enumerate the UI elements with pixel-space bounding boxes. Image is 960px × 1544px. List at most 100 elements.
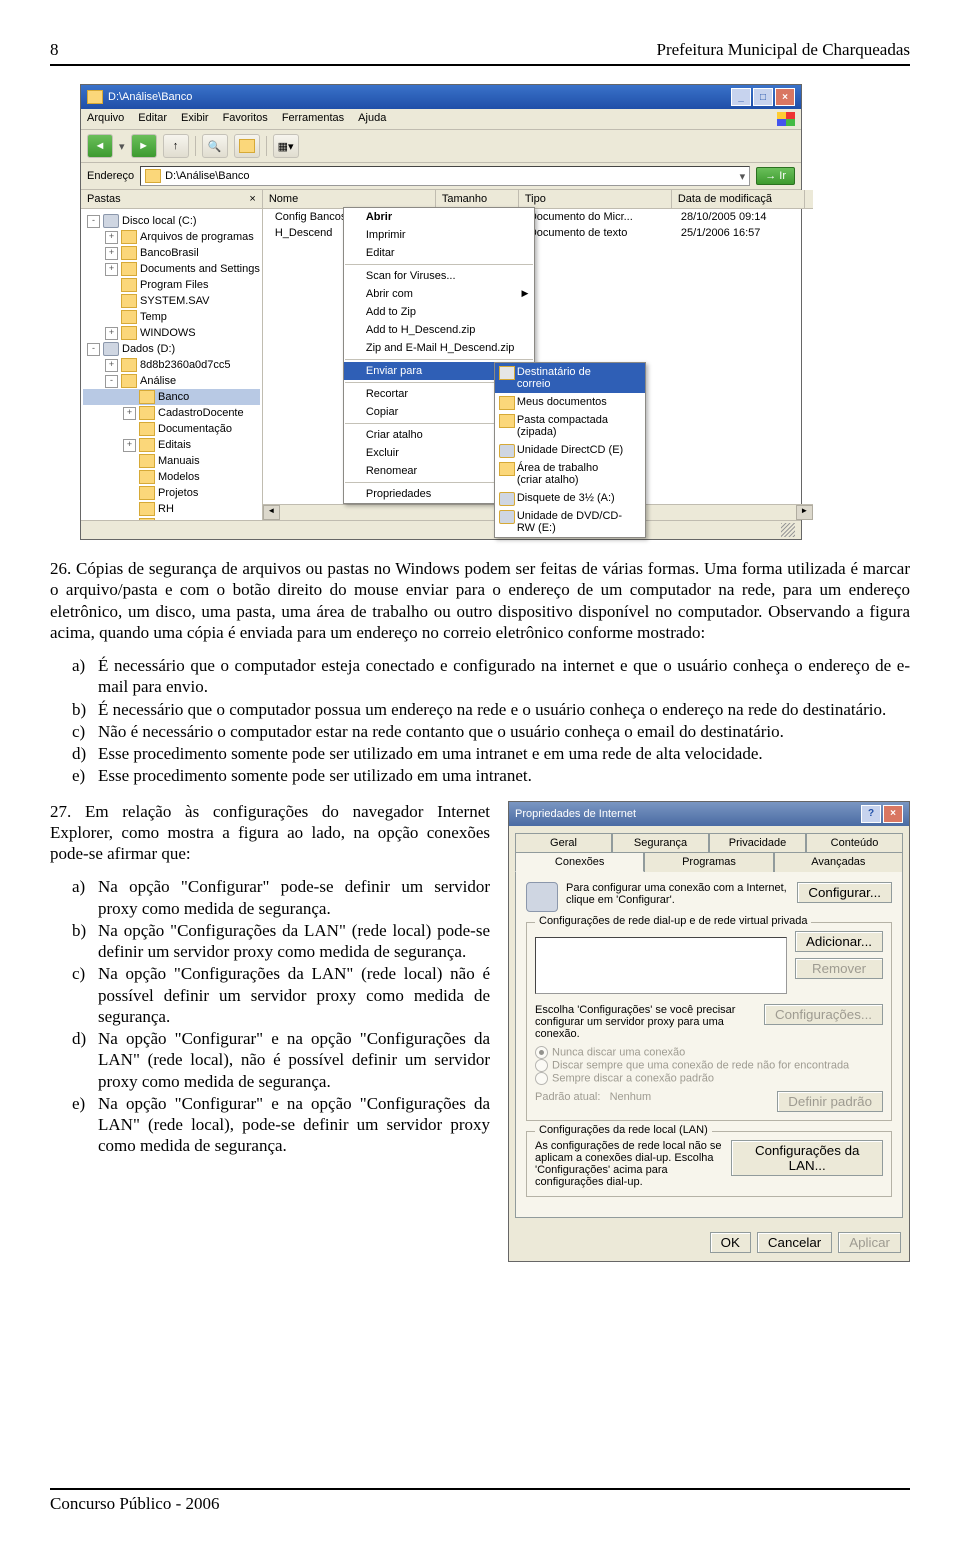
tree-item[interactable]: +Arquivos de programas xyxy=(83,229,260,245)
context-menu-item[interactable]: Editar xyxy=(344,244,535,262)
tree-item[interactable]: Documentação xyxy=(83,421,260,437)
q26-opt-e: Esse procedimento somente pode ser utili… xyxy=(98,765,532,786)
views-button[interactable]: ▦▾ xyxy=(273,134,299,158)
context-menu-item[interactable]: Disquete de 3½ (A:) xyxy=(495,489,645,507)
tree-item[interactable]: Serviço xyxy=(83,517,260,520)
tree-item[interactable]: Projetos xyxy=(83,485,260,501)
apply-button: Aplicar xyxy=(838,1232,901,1253)
menu-ajuda[interactable]: Ajuda xyxy=(358,112,386,126)
tree-item[interactable]: -Análise xyxy=(83,373,260,389)
column-header[interactable]: Tipo xyxy=(519,190,672,208)
tree-item[interactable]: +WINDOWS xyxy=(83,325,260,341)
question-26-options: a)É necessário que o computador esteja c… xyxy=(72,655,910,787)
context-menu-item[interactable]: Área de trabalho (criar atalho) xyxy=(495,459,645,489)
tab-segurança[interactable]: Segurança xyxy=(612,833,709,852)
setup-button[interactable]: Configurar... xyxy=(797,882,892,903)
close-button[interactable]: × xyxy=(883,805,903,823)
close-pane-button[interactable]: × xyxy=(249,193,255,205)
context-submenu[interactable]: Destinatário de correioMeus documentosPa… xyxy=(494,362,646,538)
tab-conteúdo[interactable]: Conteúdo xyxy=(806,833,903,852)
lan-text: As configurações de rede local não se ap… xyxy=(535,1140,731,1188)
context-menu-item[interactable]: Abrir com xyxy=(344,285,535,303)
context-menu-item[interactable]: Zip and E-Mail H_Descend.zip xyxy=(344,339,535,357)
context-menu-item[interactable]: Imprimir xyxy=(344,226,535,244)
page-number: 8 xyxy=(50,40,59,60)
tab-conexões[interactable]: Conexões xyxy=(515,852,644,872)
header-rule xyxy=(50,64,910,66)
up-button[interactable]: ↑ xyxy=(163,134,189,158)
help-button[interactable]: ? xyxy=(861,805,881,823)
resize-grip[interactable] xyxy=(781,523,795,537)
q27-opt-c: Na opção "Configurações da LAN" (rede lo… xyxy=(98,963,490,1027)
tree-item[interactable]: -Disco local (C:) xyxy=(83,213,260,229)
tree-item[interactable]: Program Files xyxy=(83,277,260,293)
tree-item[interactable]: Banco xyxy=(83,389,260,405)
column-header[interactable]: Data de modificaçã xyxy=(672,190,805,208)
radio-dial-when: Discar sempre que uma conexão de rede nã… xyxy=(535,1059,883,1072)
context-menu-item[interactable]: Abrir xyxy=(344,208,535,226)
connections-listbox[interactable] xyxy=(535,937,787,994)
tab-avançadas[interactable]: Avançadas xyxy=(774,852,903,872)
go-button[interactable]: → Ir xyxy=(756,167,795,185)
setup-text: Para configurar uma conexão com a Intern… xyxy=(566,882,796,912)
footer-rule xyxy=(50,1488,910,1490)
menu-ferramentas[interactable]: Ferramentas xyxy=(282,112,344,126)
tree-item[interactable]: SYSTEM.SAV xyxy=(83,293,260,309)
menu-arquivo[interactable]: Arquivo xyxy=(87,112,124,126)
context-menu-item[interactable]: Pasta compactada (zipada) xyxy=(495,411,645,441)
q26-opt-c: Não é necessário o computador estar na r… xyxy=(98,721,784,742)
titlebar[interactable]: D:\Análise\Banco _ □ × xyxy=(81,85,801,109)
tab-connections-body: Para configurar uma conexão com a Intern… xyxy=(515,871,903,1218)
folders-button[interactable] xyxy=(234,134,260,158)
tree-item[interactable]: -Dados (D:) xyxy=(83,341,260,357)
tree-item[interactable]: Modelos xyxy=(83,469,260,485)
close-button[interactable]: × xyxy=(775,88,795,106)
default-value: Nenhum xyxy=(610,1091,652,1103)
context-menu-item[interactable]: Unidade DirectCD (E) xyxy=(495,441,645,459)
column-header[interactable]: Nome xyxy=(263,190,436,208)
tree-item[interactable]: +8d8b2360a0d7cc5 xyxy=(83,357,260,373)
tab-privacidade[interactable]: Privacidade xyxy=(709,833,806,852)
column-header[interactable]: Tamanho xyxy=(436,190,519,208)
windows-flag-icon xyxy=(777,112,795,126)
address-label: Endereço xyxy=(87,170,134,182)
maximize-button[interactable]: □ xyxy=(753,88,773,106)
forward-button[interactable]: ► xyxy=(131,134,157,158)
back-button[interactable]: ◄ xyxy=(87,134,113,158)
radio-always: Sempre discar a conexão padrão xyxy=(535,1072,883,1085)
context-menu-item[interactable]: Add to Zip xyxy=(344,303,535,321)
minimize-button[interactable]: _ xyxy=(731,88,751,106)
set-default-button: Definir padrão xyxy=(777,1091,883,1112)
tab-geral[interactable]: Geral xyxy=(515,833,612,852)
menu-favoritos[interactable]: Favoritos xyxy=(223,112,268,126)
menu-editar[interactable]: Editar xyxy=(138,112,167,126)
context-menu-item[interactable]: Destinatário de correio xyxy=(495,363,645,393)
cancel-button[interactable]: Cancelar xyxy=(757,1232,832,1253)
context-menu-item[interactable]: Scan for Viruses... xyxy=(344,267,535,285)
add-button[interactable]: Adicionar... xyxy=(795,931,883,952)
search-button[interactable]: 🔍 xyxy=(202,134,228,158)
q27-opt-e: Na opção "Configurar" e na opção "Config… xyxy=(98,1093,490,1157)
tree-item[interactable]: +BancoBrasil xyxy=(83,245,260,261)
tab-programas[interactable]: Programas xyxy=(644,852,773,872)
question-26-text: 26. Cópias de segurança de arquivos ou p… xyxy=(50,558,910,643)
default-label: Padrão atual: xyxy=(535,1091,600,1103)
tree-item[interactable]: Temp xyxy=(83,309,260,325)
tree-item[interactable]: RH xyxy=(83,501,260,517)
ok-button[interactable]: OK xyxy=(710,1232,751,1253)
tree-item[interactable]: +Documents and Settings xyxy=(83,261,260,277)
menu-exibir[interactable]: Exibir xyxy=(181,112,209,126)
tree-item[interactable]: +Editais xyxy=(83,437,260,453)
context-menu-item[interactable]: Unidade de DVD/CD-RW (E:) xyxy=(495,507,645,537)
folder-icon xyxy=(87,90,103,104)
context-menu[interactable]: AbrirImprimirEditar Scan for Viruses...Ab… xyxy=(343,207,536,504)
tree-item[interactable]: Manuais xyxy=(83,453,260,469)
lan-settings-button[interactable]: Configurações da LAN... xyxy=(731,1140,883,1176)
context-menu-item[interactable]: Meus documentos xyxy=(495,393,645,411)
question-27-text: 27. Em relação às configurações do naveg… xyxy=(50,801,490,865)
tree-item[interactable]: +CadastroDocente xyxy=(83,405,260,421)
toolbar: ◄ ▾ ► ↑ 🔍 ▦▾ xyxy=(81,130,801,163)
context-menu-item[interactable]: Add to H_Descend.zip xyxy=(344,321,535,339)
window-title: D:\Análise\Banco xyxy=(108,91,192,103)
address-input[interactable]: D:\Análise\Banco ▾ xyxy=(140,166,750,186)
